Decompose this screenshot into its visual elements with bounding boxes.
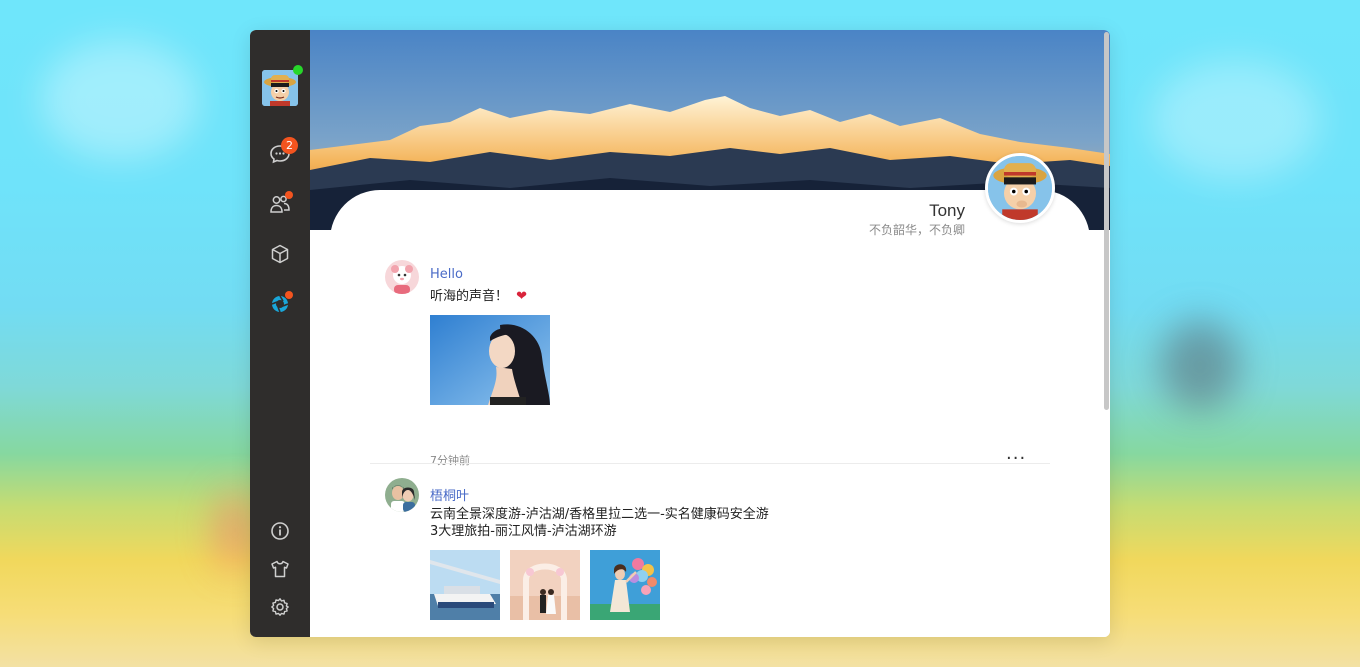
moment-post: 梧桐叶 云南全景深度游-泸沽湖/香格里拉二选一-实名健康码安全游 3大理旅拍-丽… <box>370 478 1050 637</box>
post-text-content: 听海的声音！ <box>430 289 509 304</box>
post-author-avatar[interactable] <box>385 260 419 294</box>
moment-post: Hello 听海的声音！ ❤ 7分钟前 ··· <box>370 260 1050 468</box>
sidebar-item-box[interactable] <box>266 240 294 268</box>
profile-avatar[interactable] <box>985 153 1055 223</box>
moments-feed: Tony 不负韶华，不负卿 Hello 听海的声音！ ❤ 7分钟前 ··· 梧桐… <box>310 30 1110 637</box>
moments-notification-dot <box>285 291 293 299</box>
info-icon <box>271 522 289 540</box>
post-image[interactable] <box>430 315 550 405</box>
box-icon <box>271 244 289 264</box>
post-text-line: 3大理旅拍-丽江风情-泸沽湖环游 <box>430 524 617 539</box>
user-avatar[interactable] <box>262 70 298 106</box>
post-author-name[interactable]: Hello <box>430 267 463 282</box>
background-cloud <box>1150 60 1320 180</box>
sidebar-item-info[interactable] <box>266 517 294 545</box>
unread-badge: 2 <box>281 137 298 154</box>
background-shape <box>1160 320 1240 410</box>
post-text: 云南全景深度游-泸沽湖/香格里拉二选一-实名健康码安全游 3大理旅拍-丽江风情-… <box>430 506 769 540</box>
feed-scrollbar[interactable] <box>1103 30 1110 637</box>
post-image[interactable] <box>590 550 660 620</box>
app-window: 2 Tony 不负韶华，不负卿 Hello 听海的声音！ ❤ 7分钟前 ··· … <box>250 30 1110 637</box>
tshirt-icon <box>271 560 289 578</box>
sidebar: 2 <box>250 30 310 637</box>
online-status-dot <box>293 65 303 75</box>
contacts-notification-dot <box>285 191 293 199</box>
profile-motto: 不负韶华，不负卿 <box>868 223 965 237</box>
sidebar-item-settings[interactable] <box>266 593 294 621</box>
scrollbar-thumb[interactable] <box>1104 32 1109 410</box>
post-text: 听海的声音！ ❤ <box>430 288 527 305</box>
post-image[interactable] <box>510 550 580 620</box>
heart-emoji-icon: ❤ <box>516 289 528 304</box>
background-cloud <box>40 40 200 160</box>
gear-icon <box>271 598 289 616</box>
post-author-name[interactable]: 梧桐叶 <box>430 485 469 504</box>
post-timestamp: 7分钟前 <box>430 454 470 467</box>
sidebar-item-theme[interactable] <box>266 555 294 583</box>
post-text-line: 云南全景深度游-泸沽湖/香格里拉二选一-实名健康码安全游 <box>430 507 769 522</box>
post-author-avatar[interactable] <box>385 478 419 512</box>
post-image[interactable] <box>430 550 500 620</box>
post-divider <box>370 463 1050 464</box>
background-shape <box>215 490 255 570</box>
profile-name: Tony <box>929 201 965 220</box>
